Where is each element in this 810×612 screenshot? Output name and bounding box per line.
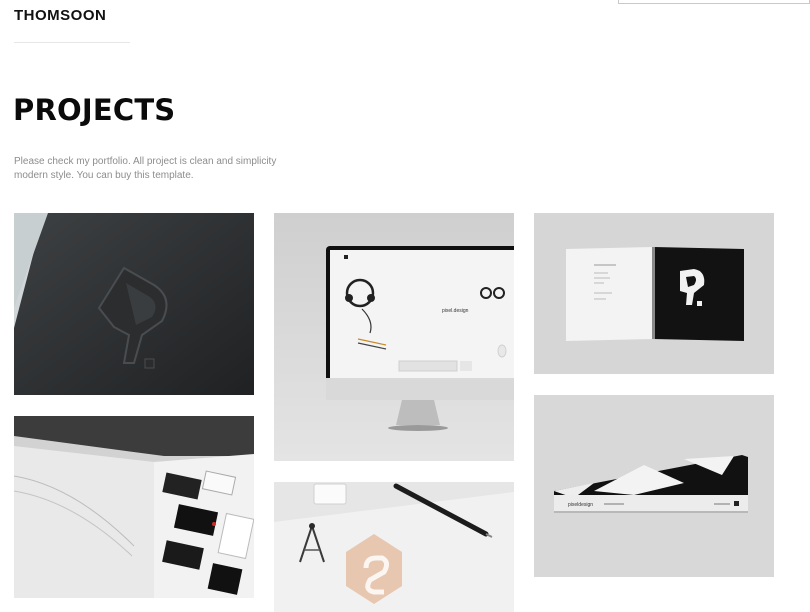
drafting-tools-image	[274, 482, 514, 612]
project-tile-open-book[interactable]	[534, 213, 774, 374]
project-tile-embossed-logo[interactable]	[14, 213, 254, 395]
project-tile-closed-book[interactable]: pixeldesign	[534, 395, 774, 577]
page-intro: Please check my portfolio. All project i…	[14, 156, 277, 181]
site-logo[interactable]: THOMSOON	[14, 7, 106, 24]
closed-book-image: pixeldesign	[534, 395, 774, 577]
project-tile-drafting[interactable]	[274, 482, 514, 612]
embossed-logo-card-image	[14, 213, 254, 395]
page-title: PROJECTS	[13, 93, 176, 127]
project-tile-stationery-book[interactable]	[14, 416, 254, 598]
imac-mockup-image: pixel.design	[274, 213, 514, 461]
closed-book-spine-text: pixeldesign	[568, 502, 593, 508]
logo-divider	[14, 42, 130, 43]
top-right-box	[618, 0, 810, 4]
imac-screen-text: pixel.design	[442, 308, 469, 314]
open-book-stationery-image	[14, 416, 254, 598]
project-tile-imac[interactable]: pixel.design	[274, 213, 514, 461]
open-book-logo-image	[534, 213, 774, 374]
